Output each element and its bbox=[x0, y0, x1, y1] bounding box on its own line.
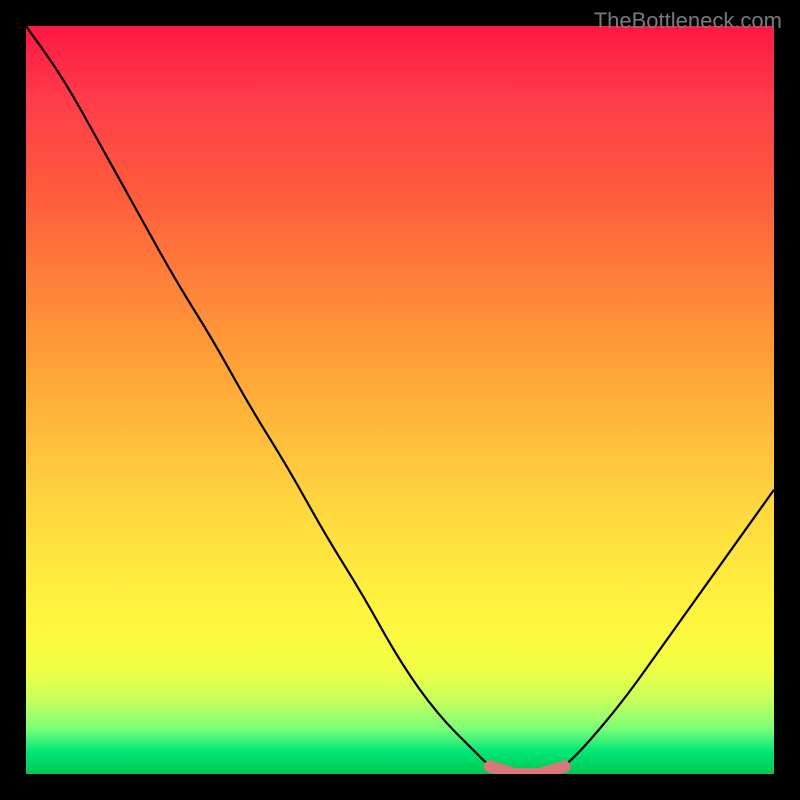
bottleneck-curve bbox=[26, 26, 774, 774]
watermark: TheBottleneck.com bbox=[594, 8, 782, 34]
trough-marker bbox=[490, 767, 565, 774]
chart-plot-area bbox=[26, 26, 774, 774]
chart-curve-layer bbox=[26, 26, 774, 774]
